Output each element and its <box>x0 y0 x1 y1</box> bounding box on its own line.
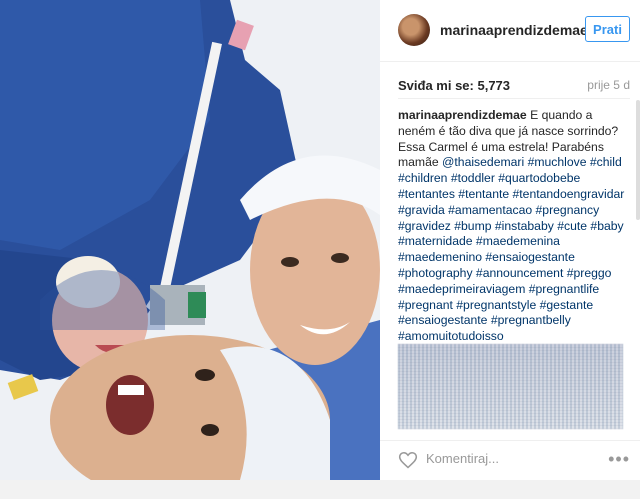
obscured-comments <box>398 344 623 429</box>
page-footer-strip <box>0 480 640 499</box>
post-photo[interactable] <box>0 0 380 480</box>
caption-username[interactable]: marinaaprendizdemae <box>398 108 527 122</box>
comment-input[interactable]: Komentiraj... <box>426 451 499 466</box>
caption: marinaaprendizdemae E quando a neném é t… <box>398 108 626 345</box>
comment-bar: Komentiraj... ••• <box>380 440 640 481</box>
divider <box>398 98 630 99</box>
heart-icon[interactable] <box>398 450 418 470</box>
likes-count[interactable]: Sviđa mi se: 5,773 <box>398 78 510 93</box>
more-options-icon[interactable]: ••• <box>608 449 630 470</box>
username-link[interactable]: marinaaprendizdemae <box>440 22 588 38</box>
photo-illustration <box>0 0 380 480</box>
avatar[interactable] <box>398 14 430 46</box>
post-details-panel: marinaaprendizdemae Prati Sviđa mi se: 5… <box>380 0 640 480</box>
caption-hashtags[interactable]: @thaisedemari #muchlove #child #children… <box>398 155 624 343</box>
post-time[interactable]: prije 5 d <box>587 78 630 92</box>
comments-scrollbar[interactable] <box>636 100 640 220</box>
post-header: marinaaprendizdemae Prati <box>380 0 640 62</box>
follow-button[interactable]: Prati <box>585 16 630 42</box>
